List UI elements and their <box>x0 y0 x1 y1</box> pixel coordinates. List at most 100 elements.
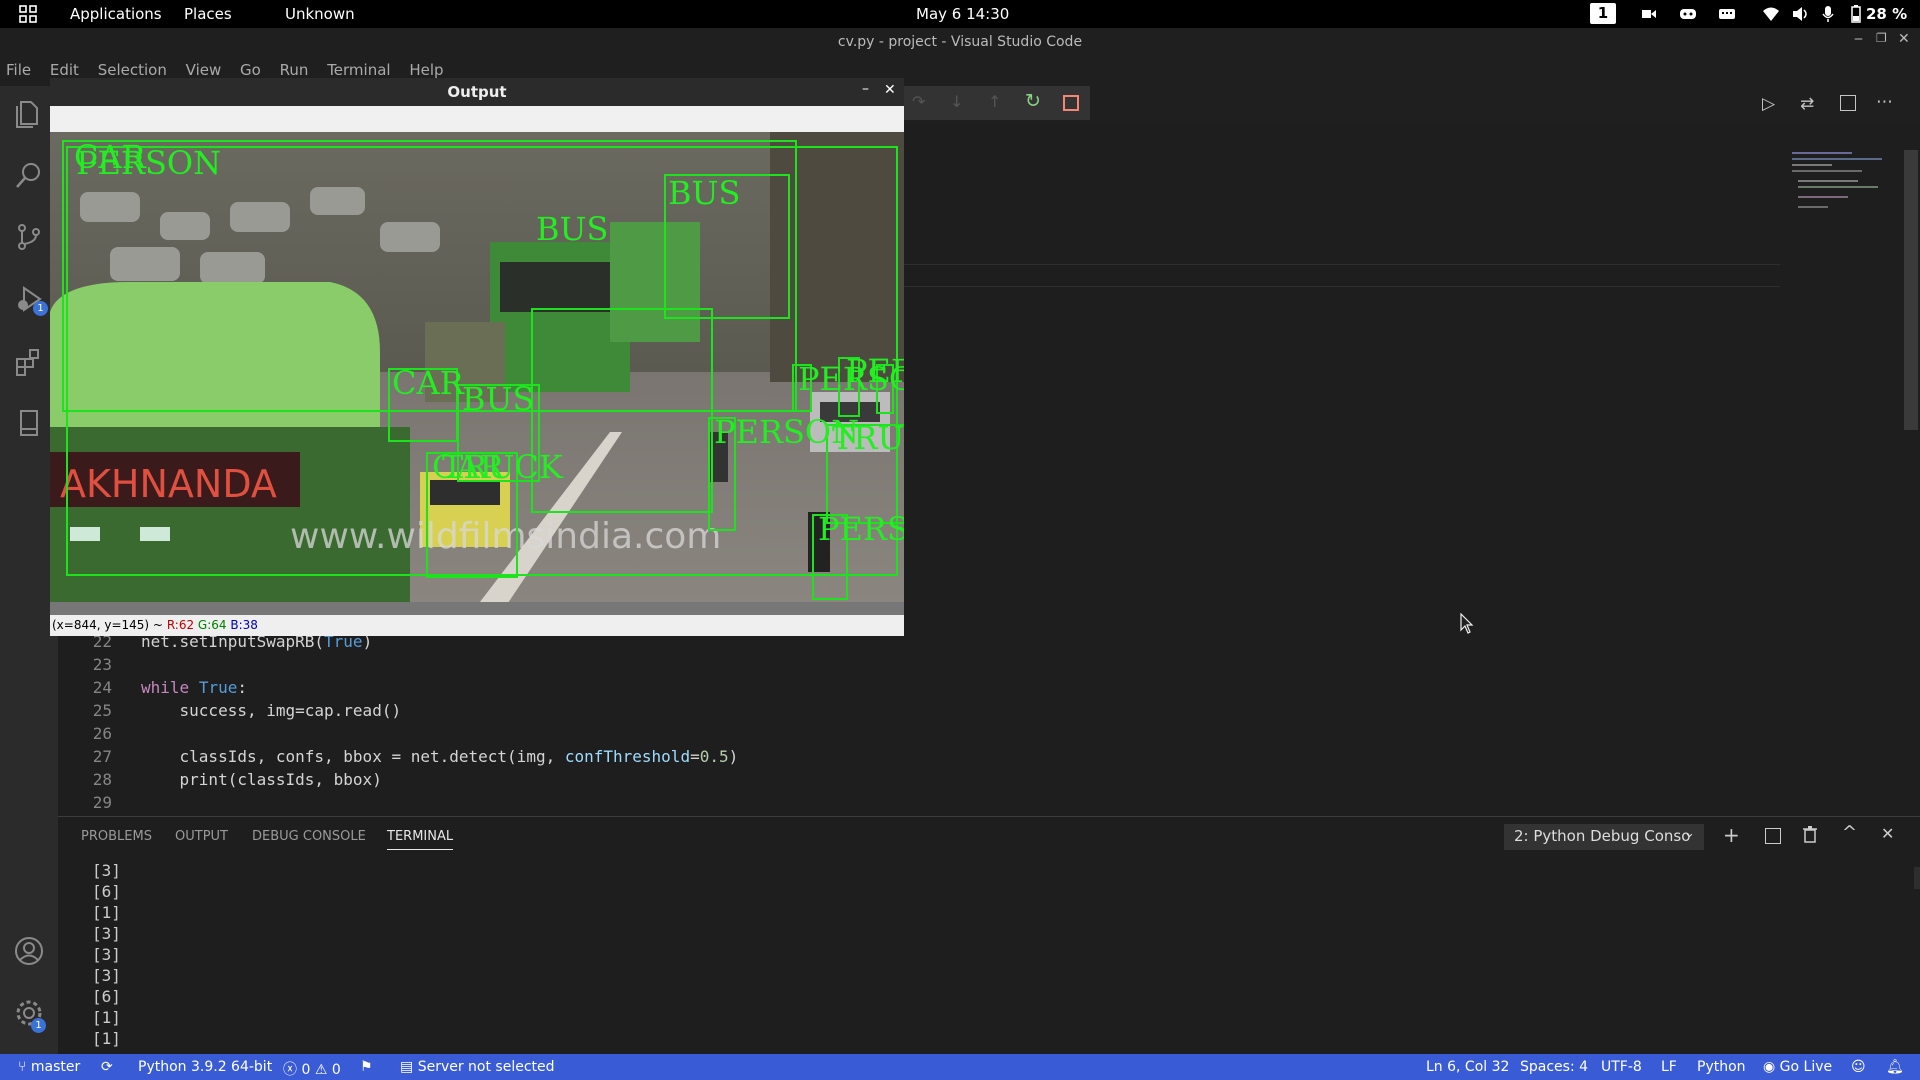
wifi-icon[interactable] <box>1762 6 1780 22</box>
source-control-icon[interactable] <box>14 222 44 252</box>
menu-view[interactable]: View <box>186 61 222 79</box>
branch-status[interactable]: ⑂ master <box>18 1059 80 1075</box>
tab-output[interactable]: OUTPUT <box>175 829 228 844</box>
code-line[interactable]: while True: <box>141 678 247 697</box>
compare-icon[interactable]: ⇄ <box>1800 94 1814 114</box>
terminal-line: [6] <box>92 882 121 901</box>
notifications-bell-icon[interactable]: 🔔︎ <box>1886 1059 1904 1075</box>
language-mode[interactable]: Python <box>1697 1059 1746 1075</box>
minimap[interactable] <box>1790 150 1900 230</box>
menu-edit[interactable]: Edit <box>50 61 79 79</box>
code-token: print(classIds, bbox) <box>141 770 382 789</box>
code-token: confThreshold <box>564 747 691 766</box>
tab-debug-console[interactable]: DEBUG CONSOLE <box>252 829 366 844</box>
more-actions-icon[interactable]: ⋯ <box>1876 92 1893 112</box>
microphone-icon[interactable] <box>1822 5 1834 23</box>
server-icon: ▤ <box>400 1059 414 1075</box>
code-token: 0.5 <box>699 747 729 766</box>
terminal-selector[interactable]: 2: Python Debug Conso ⌄ <box>1504 824 1704 850</box>
battery-icon[interactable] <box>1851 5 1861 23</box>
sync-icon[interactable]: ⟳ <box>101 1059 113 1075</box>
branch-label: master <box>30 1059 81 1075</box>
debug-toolbar: ↷ ↓ ↑ ↻ <box>900 86 1090 120</box>
menu-run[interactable]: Run <box>280 61 309 79</box>
remote-explorer-icon[interactable] <box>14 408 44 438</box>
places-menu[interactable]: Places <box>184 5 232 23</box>
restart-icon[interactable]: ↻ <box>1025 90 1041 112</box>
tab-problems[interactable]: PROBLEMS <box>81 829 152 844</box>
terminal-scrollbar[interactable] <box>1914 867 1920 889</box>
menu-terminal[interactable]: Terminal <box>327 61 390 79</box>
tab-terminal[interactable]: TERMINAL <box>387 829 454 850</box>
line-number: 26 <box>92 724 112 743</box>
keyboard-icon[interactable] <box>1718 7 1736 21</box>
cv-minimize-icon[interactable]: – <box>862 81 869 97</box>
step-into-icon[interactable]: ↓ <box>950 92 963 111</box>
cv-close-icon[interactable]: ✕ <box>884 82 896 98</box>
feedback-icon[interactable]: ☺ <box>1851 1059 1866 1075</box>
terminal-line: [1] <box>92 1029 121 1048</box>
window-titlebar: cv.py - project - Visual Studio Code ‒ ❐… <box>0 28 1920 56</box>
editor-scrollbar[interactable] <box>1904 150 1918 430</box>
opencv-output-window[interactable]: Output – ✕ AKHNANDA www.wildfilmsindia.c… <box>50 78 904 636</box>
terminal-line: [3] <box>92 924 121 943</box>
cursor-position[interactable]: Ln 6, Col 32 <box>1426 1059 1509 1075</box>
status-bar: ⑂ master ⟳ Python 3.9.2 64-bit ⓧ 0 ⚠ 0 ⚑… <box>0 1054 1920 1080</box>
menu-file[interactable]: File <box>6 61 31 79</box>
maximize-panel-icon[interactable]: ^ <box>1842 822 1857 843</box>
workspace-indicator[interactable]: 1 <box>1590 3 1616 24</box>
terminal-line: [3] <box>92 945 121 964</box>
code-line[interactable]: print(classIds, bbox) <box>141 770 382 789</box>
new-terminal-icon[interactable]: + <box>1723 823 1740 847</box>
system-top-bar: Applications Places Unknown May 6 14:30 … <box>0 0 1920 28</box>
camera-frame[interactable]: AKHNANDA www.wildfilmsindia.com CAR PERS… <box>50 132 904 615</box>
search-icon[interactable] <box>14 160 44 190</box>
minimize-icon[interactable]: ‒ <box>1854 31 1863 47</box>
applications-menu[interactable]: Applications <box>70 5 162 23</box>
cursor-coords: (x=844, y=145) ~ <box>52 618 163 632</box>
camera-icon[interactable] <box>1642 8 1656 20</box>
unknown-menu[interactable]: Unknown <box>285 5 355 23</box>
detection-label: TRUCK <box>442 448 563 486</box>
menu-selection[interactable]: Selection <box>98 61 167 79</box>
menu-help[interactable]: Help <box>409 61 443 79</box>
go-live-label: Go Live <box>1779 1059 1833 1075</box>
go-live-button[interactable]: ◉ Go Live <box>1763 1059 1832 1075</box>
end-of-line[interactable]: LF <box>1661 1059 1677 1075</box>
code-line[interactable]: classIds, confs, bbox = net.detect(img, … <box>141 747 739 766</box>
split-editor-icon[interactable] <box>1840 95 1856 111</box>
step-over-icon[interactable]: ↷ <box>912 92 925 111</box>
broadcast-icon: ◉ <box>1763 1059 1776 1075</box>
detection-label: PERSON <box>818 510 904 548</box>
step-out-icon[interactable]: ↑ <box>988 92 1001 111</box>
account-icon[interactable] <box>14 936 44 966</box>
trash-icon[interactable] <box>1803 826 1817 843</box>
close-window-icon[interactable]: ✕ <box>1898 31 1910 47</box>
menu-go[interactable]: Go <box>240 61 261 79</box>
code-token: classIds, confs, bbox = net.detect(img, <box>141 747 565 766</box>
live-share-icon[interactable]: ⚑ <box>360 1059 373 1075</box>
split-terminal-icon[interactable] <box>1765 828 1781 844</box>
line-number: 29 <box>92 793 112 812</box>
server-status[interactable]: ▤ Server not selected <box>400 1059 555 1075</box>
clock[interactable]: May 6 14:30 <box>916 5 1009 23</box>
stop-icon[interactable] <box>1063 95 1079 111</box>
run-file-icon[interactable]: ▷ <box>1762 94 1775 114</box>
explorer-icon[interactable] <box>14 98 44 128</box>
line-number: 28 <box>92 770 112 789</box>
mouse-cursor-icon <box>1460 613 1474 634</box>
problems-status[interactable]: ⓧ 0 ⚠ 0 <box>283 1059 341 1079</box>
maximize-icon[interactable]: ❐ <box>1876 31 1887 45</box>
code-line[interactable]: success, img=cap.read() <box>141 701 402 720</box>
discord-icon[interactable] <box>1679 7 1697 21</box>
indentation[interactable]: Spaces: 4 <box>1520 1059 1588 1075</box>
code-token: = <box>690 747 700 766</box>
detection-label: BUS <box>536 210 609 248</box>
encoding[interactable]: UTF-8 <box>1601 1059 1642 1075</box>
volume-icon[interactable] <box>1792 6 1810 22</box>
app-grid-icon[interactable] <box>19 5 37 23</box>
close-panel-icon[interactable]: ✕ <box>1881 824 1894 843</box>
extensions-icon[interactable] <box>14 346 44 376</box>
python-interpreter[interactable]: Python 3.9.2 64-bit <box>138 1059 272 1075</box>
